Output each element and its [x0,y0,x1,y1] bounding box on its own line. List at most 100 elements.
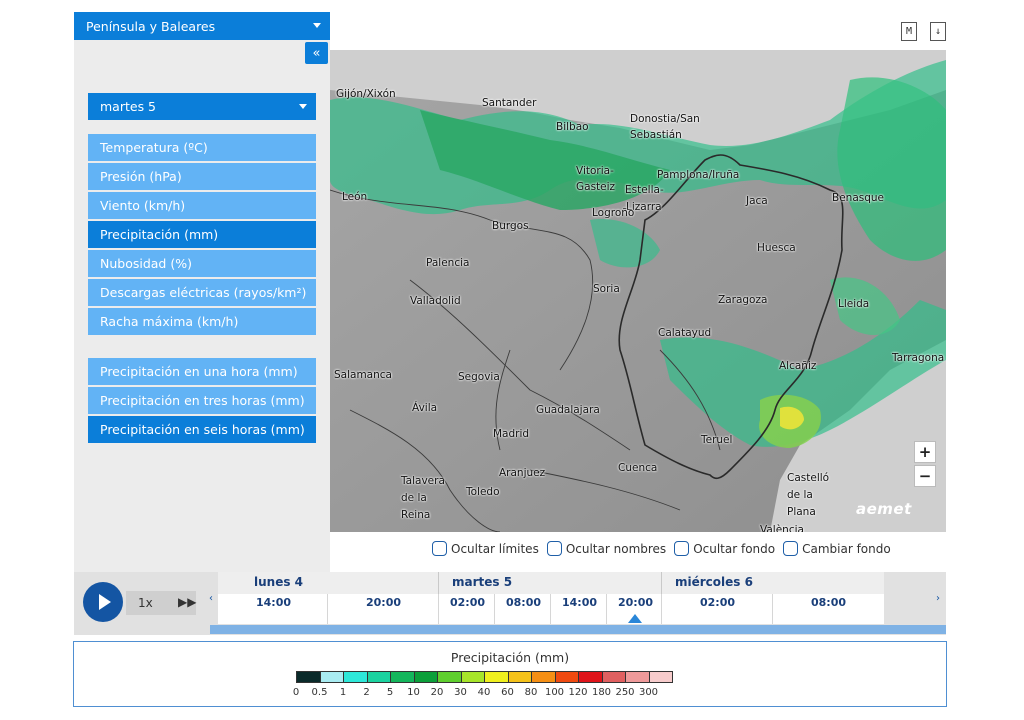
legend-swatch [437,671,462,683]
region-select[interactable]: Península y Baleares [74,12,330,40]
map-icon[interactable]: M [901,22,917,41]
city-label: Logroño [592,207,635,219]
city-label: Estella- [625,184,664,196]
legend-level-label: 80 [524,687,538,698]
variable-presion[interactable]: Presión (hPa) [88,163,316,190]
map-options: Ocultar límites Ocultar nombres Ocultar … [432,541,891,556]
variable-precipitacion[interactable]: Precipitación (mm) [88,221,316,248]
legend-swatch [296,671,321,683]
legend-swatch [484,671,509,683]
checkbox[interactable] [783,541,799,556]
city-label: Gijón/Xixón [336,88,396,100]
option-change-background[interactable]: Cambiar fondo [783,541,891,556]
legend-level-label: 0.5 [311,687,328,698]
variable-descargas[interactable]: Descargas eléctricas (rayos/km²) [88,279,316,306]
legend-level-label: 180 [591,687,612,698]
legend-swatch [578,671,603,683]
legend-swatch [554,671,579,683]
hour-slot[interactable]: 02:00 [700,596,735,609]
city-label: Plana [787,506,816,518]
city-label: de la [401,492,427,504]
legend-level-label: 1 [339,687,347,698]
timeline-next-icon[interactable]: › [936,593,940,604]
option-label: Cambiar fondo [802,541,891,556]
city-label: Castelló [787,472,830,484]
city-label: Santander [482,97,537,109]
accumulation-list: Precipitación en una hora (mm) Precipita… [88,358,316,445]
city-label: Bilbao [556,121,589,133]
legend-swatch [507,671,532,683]
accumulation-one-hour[interactable]: Precipitación en una hora (mm) [88,358,316,385]
city-label: Teruel [701,434,733,446]
page: Península y Baleares « martes 5 Temperat… [0,0,1024,720]
accumulation-six-hours[interactable]: Precipitación en seis horas (mm) [88,416,316,443]
caret-down-icon [313,23,321,28]
day-label: miércoles 6 [675,575,753,589]
play-button[interactable] [83,582,123,622]
variable-viento[interactable]: Viento (km/h) [88,192,316,219]
day-label: lunes 4 [254,575,304,589]
legend-level-label: 60 [501,687,514,698]
city-label: Tarragona [892,352,945,364]
legend: Precipitación (mm) 0 0.5 1 2 5 10 20 30 40 60 80 10… [73,641,947,707]
date-select[interactable]: martes 5 [88,93,316,120]
variable-nubosidad[interactable]: Nubosidad (%) [88,250,316,277]
city-label: Jaca [746,195,768,207]
option-hide-limits[interactable]: Ocultar límites [432,541,539,556]
city-label: Huesca [757,242,796,254]
hour-slot[interactable]: 08:00 [811,596,846,609]
city-label: Ávila [412,402,438,414]
city-label: Donostia/San [630,113,700,125]
hour-slot[interactable]: 02:00 [450,596,485,609]
city-label: Calatayud [658,327,712,339]
collapse-sidebar-button[interactable]: « [305,42,328,64]
city-label: Pamplona/Iruña [657,169,740,181]
caret-down-icon [299,104,307,109]
city-label: Cuenca [618,462,658,474]
zoom-out-button[interactable]: − [914,465,936,487]
timeline-scrollbar[interactable] [210,625,946,634]
city-label: Guadalajara [536,404,600,416]
timeline-hours: 14:00 20:00 02:00 08:00 14:00 20:00 02:0… [218,594,884,624]
legend-level-label: 40 [477,687,491,698]
hour-slot[interactable]: 08:00 [506,596,541,609]
hour-slot-selected[interactable]: 20:00 [618,596,653,609]
hour-slot[interactable]: 14:00 [256,596,291,609]
option-hide-names[interactable]: Ocultar nombres [546,541,666,556]
city-label: Toledo [466,486,500,498]
variable-temperatura[interactable]: Temperatura (ºC) [88,134,316,161]
zoom-in-button[interactable]: + [914,441,936,463]
accumulation-three-hours[interactable]: Precipitación en tres horas (mm) [88,387,316,414]
hour-slot[interactable]: 14:00 [562,596,597,609]
legend-swatch [625,671,650,683]
option-hide-background[interactable]: Ocultar fondo [674,541,775,556]
option-label: Ocultar límites [451,541,539,556]
timeline: 1x ▶▶ ‹ › lunes 4 martes 5 miércoles 6 1… [74,572,946,635]
weather-map[interactable]: Gijón/Xixón Santander Bilbao Donostia/Sa… [330,50,946,532]
variable-list: Temperatura (ºC) Presión (hPa) Viento (k… [88,134,316,337]
checkbox[interactable] [546,541,562,556]
legend-level-label: 0 [292,687,300,698]
timeline-days: lunes 4 martes 5 miércoles 6 [218,572,884,624]
legend-level-label: 250 [615,687,635,698]
download-icon[interactable]: ↓ [930,22,946,41]
legend-level-label: 30 [454,687,467,698]
hour-slot[interactable]: 20:00 [366,596,401,609]
timeline-prev-icon[interactable]: ‹ [209,593,213,604]
sidebar: Península y Baleares « martes 5 Temperat… [74,12,330,572]
legend-swatches [296,671,673,683]
legend-swatch [366,671,391,683]
legend-swatch [460,671,485,683]
city-label: Zaragoza [718,294,768,306]
checkbox[interactable] [674,541,690,556]
legend-level-label: 2 [363,687,370,698]
legend-title: Precipitación (mm) [450,650,570,665]
legend-swatch [648,671,673,683]
option-label: Ocultar fondo [693,541,776,556]
checkbox[interactable] [432,541,447,556]
variable-racha[interactable]: Racha máxima (km/h) [88,308,316,335]
fast-forward-icon[interactable]: ▶▶ [178,595,196,609]
legend-level-label: 5 [386,687,394,698]
city-label: Lleida [838,298,870,310]
legend-level-label: 20 [430,687,444,698]
